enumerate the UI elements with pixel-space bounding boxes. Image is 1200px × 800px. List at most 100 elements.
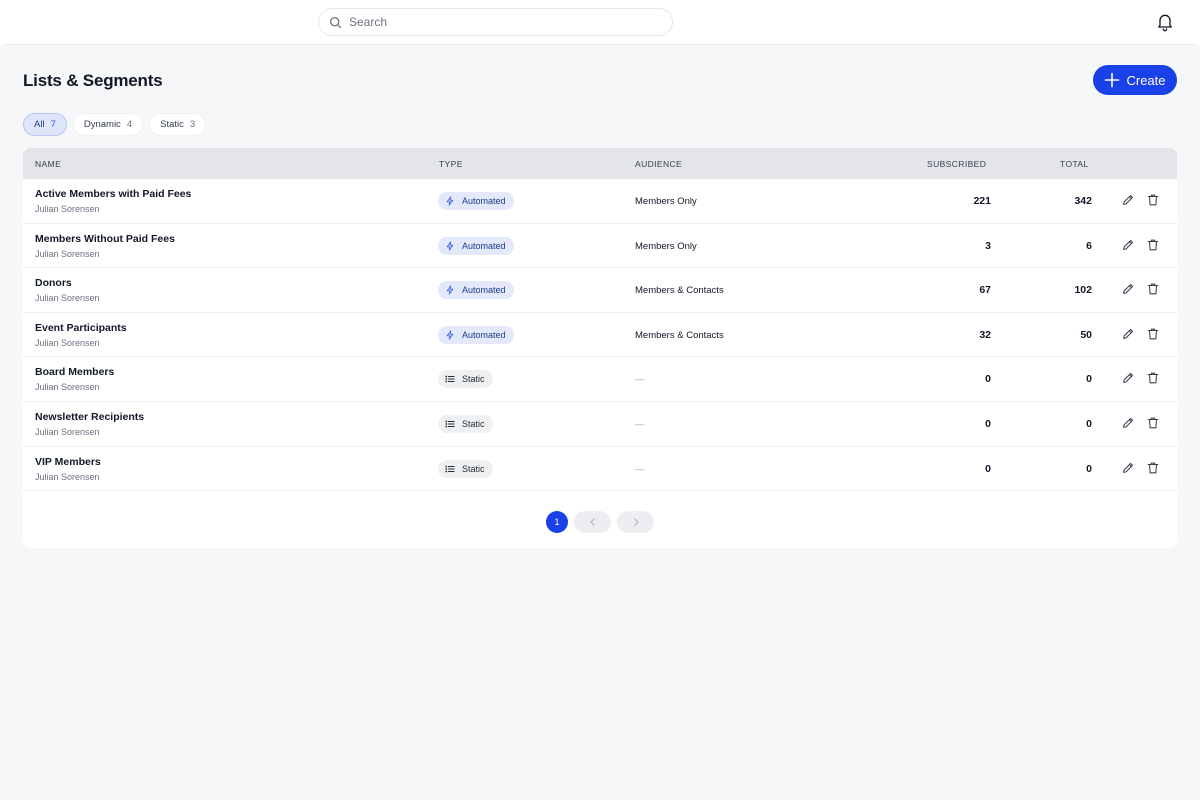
pencil-icon[interactable]: [1121, 416, 1135, 430]
list-name[interactable]: Event Participants: [35, 322, 127, 334]
type-label: Static: [462, 463, 485, 474]
table-row[interactable]: Event Participants Julian Sorensen Automat…: [23, 312, 1177, 358]
list-owner: Julian Sorensen: [35, 382, 100, 393]
filter-label: Dynamic: [83, 119, 121, 130]
trash-icon[interactable]: [1146, 416, 1160, 430]
type-badge: Static: [438, 459, 493, 478]
list-owner: Julian Sorensen: [35, 427, 100, 437]
pencil-icon[interactable]: [1121, 371, 1135, 385]
list-owner: Julian Sorensen: [35, 471, 100, 482]
filter-static[interactable]: Static 3: [149, 113, 207, 136]
list-name[interactable]: Members Without Paid Fees: [35, 233, 175, 245]
previous-page-button[interactable]: [574, 511, 611, 533]
bolt-icon: [446, 241, 454, 251]
total-count: 0: [1086, 462, 1092, 475]
list-icon: [445, 376, 455, 383]
subscribed-count: 32: [979, 328, 991, 341]
type-label: Static: [462, 419, 485, 429]
type-badge: Automated: [438, 236, 514, 255]
trash-icon[interactable]: [1146, 371, 1160, 385]
table-row[interactable]: Newsletter Recipients Julian Sorensen Stat…: [23, 402, 1177, 447]
filter-count: 4: [126, 119, 133, 130]
list-name[interactable]: Newsletter Recipients: [35, 411, 144, 423]
search-input[interactable]: [349, 15, 649, 29]
total-count: 50: [1080, 328, 1092, 341]
bell-icon[interactable]: [1155, 12, 1175, 32]
pencil-icon[interactable]: [1121, 282, 1135, 296]
list-icon: [445, 465, 455, 472]
audience-value: Members & Contacts: [635, 329, 724, 341]
table-row[interactable]: Donors Julian Sorensen Automated Members & …: [23, 268, 1177, 313]
type-label: Automated: [462, 329, 506, 340]
total-count: 6: [1086, 239, 1092, 252]
pencil-icon[interactable]: [1121, 193, 1135, 207]
trash-icon[interactable]: [1146, 193, 1160, 207]
table-row[interactable]: Board Members Julian Sorensen Static — 0 0: [23, 357, 1177, 402]
table-row[interactable]: VIP Members Julian Sorensen Static — 0 0: [23, 446, 1177, 492]
list-name[interactable]: VIP Members: [35, 456, 101, 468]
table-row[interactable]: Members Without Paid Fees Julian Sorensen…: [23, 223, 1177, 269]
filter-count: 7: [50, 119, 56, 130]
main-content: Lists & Segments Create All 7 Dynamic 4 …: [0, 44, 1200, 800]
filter-tabs: All 7 Dynamic 4 Static 3: [23, 113, 207, 136]
audience-value: Members & Contacts: [635, 285, 724, 297]
bolt-icon: [446, 285, 454, 295]
plus-icon: [1105, 72, 1120, 88]
page-1-button[interactable]: 1: [546, 511, 568, 533]
next-page-button[interactable]: [617, 511, 654, 533]
trash-icon[interactable]: [1146, 238, 1160, 252]
type-badge: Static: [438, 370, 493, 389]
audience-value: —: [635, 463, 645, 475]
subscribed-count: 0: [985, 462, 991, 475]
total-count: 102: [1074, 284, 1092, 297]
list-name[interactable]: Board Members: [35, 366, 114, 378]
type-badge: Automated: [438, 325, 514, 344]
header-total[interactable]: Total: [1060, 159, 1089, 169]
audience-value: —: [635, 419, 645, 430]
table-row[interactable]: Active Members with Paid Fees Julian Sore…: [23, 179, 1177, 224]
search-box[interactable]: [318, 8, 673, 36]
list-owner: Julian Sorensen: [35, 337, 100, 348]
type-badge: Static: [438, 415, 493, 433]
filter-count: 3: [189, 119, 196, 130]
subscribed-count: 3: [985, 239, 991, 252]
filter-label: All: [34, 119, 45, 130]
create-button[interactable]: Create: [1093, 65, 1177, 95]
filter-all[interactable]: All 7: [23, 113, 67, 136]
pencil-icon[interactable]: [1121, 238, 1135, 252]
subscribed-count: 221: [973, 195, 991, 207]
header-type[interactable]: Type: [439, 159, 463, 169]
total-count: 342: [1074, 195, 1092, 207]
list-owner: Julian Sorensen: [35, 293, 100, 304]
type-label: Static: [462, 374, 485, 385]
type-label: Automated: [462, 196, 506, 206]
search-icon: [329, 16, 342, 28]
top-bar: [0, 0, 1200, 44]
trash-icon[interactable]: [1146, 461, 1160, 475]
bolt-icon: [446, 330, 454, 340]
type-label: Automated: [462, 240, 506, 251]
header-subscribed[interactable]: Subscribed: [927, 159, 986, 169]
type-badge: Automated: [438, 281, 514, 300]
filter-label: Static: [160, 119, 184, 130]
pagination: 1: [23, 511, 1177, 533]
subscribed-count: 0: [985, 373, 991, 386]
filter-dynamic[interactable]: Dynamic 4: [72, 113, 144, 136]
create-button-label: Create: [1126, 72, 1166, 88]
list-name[interactable]: Active Members with Paid Fees: [35, 188, 191, 200]
audience-value: —: [635, 374, 645, 386]
subscribed-count: 67: [979, 284, 991, 297]
list-name[interactable]: Donors: [35, 277, 72, 289]
header-audience[interactable]: Audience: [635, 159, 682, 169]
audience-value: Members Only: [635, 240, 697, 252]
trash-icon[interactable]: [1146, 327, 1160, 341]
chevron-left-icon: [589, 518, 595, 526]
type-label: Automated: [462, 285, 506, 296]
trash-icon[interactable]: [1146, 282, 1160, 296]
table-header: Name Type Audience Subscribed Total: [23, 148, 1177, 179]
total-count: 0: [1086, 373, 1092, 386]
header-name[interactable]: Name: [35, 159, 61, 169]
pencil-icon[interactable]: [1121, 461, 1135, 475]
pencil-icon[interactable]: [1121, 327, 1135, 341]
list-owner: Julian Sorensen: [35, 248, 100, 259]
